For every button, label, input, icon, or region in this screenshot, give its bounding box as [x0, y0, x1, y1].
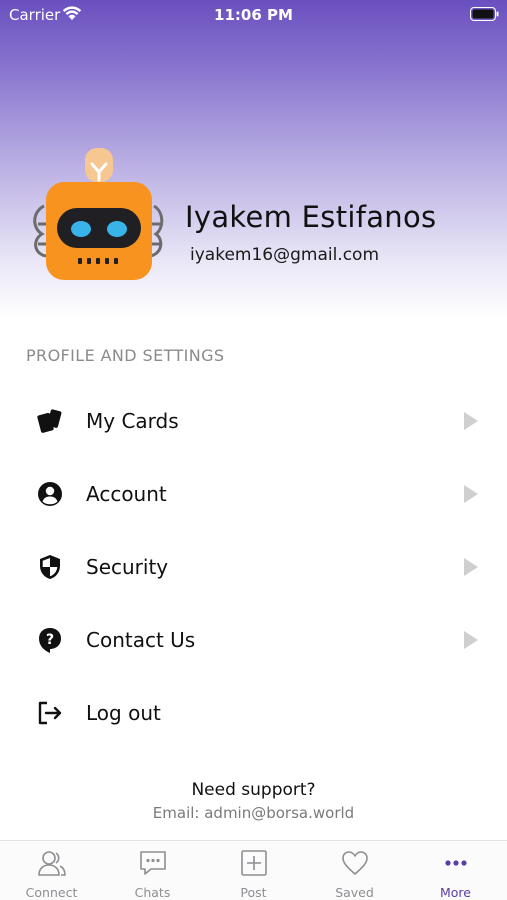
tab-more[interactable]: More — [405, 841, 506, 900]
chevron-right-icon — [464, 485, 478, 503]
tab-connect[interactable]: Connect — [1, 841, 102, 900]
battery-icon — [470, 7, 499, 21]
tab-label: Chats — [134, 885, 171, 900]
post-icon — [241, 850, 267, 876]
menu-item-label: Log out — [86, 701, 161, 725]
cards-icon — [37, 409, 62, 433]
status-time: 11:06 PM — [214, 6, 293, 24]
tab-bar: Connect Chats Post Saved More — [0, 840, 507, 900]
support-title: Need support? — [191, 780, 316, 800]
support-section: Need support? Email: admin@borsa.world — [0, 780, 507, 822]
menu-item-label: Contact Us — [86, 628, 196, 652]
tab-label: Saved — [335, 885, 374, 900]
menu-item-security[interactable]: Security — [0, 531, 507, 601]
tab-label: Connect — [25, 885, 78, 900]
support-email[interactable]: Email: admin@borsa.world — [0, 804, 507, 822]
menu-item-label: My Cards — [86, 409, 179, 433]
tab-saved[interactable]: Saved — [304, 841, 405, 900]
tab-label: More — [440, 885, 471, 900]
chevron-right-icon — [464, 558, 478, 576]
heart-icon — [342, 851, 368, 875]
menu-item-log-out[interactable]: Log out — [0, 677, 507, 747]
shield-icon — [40, 555, 60, 579]
tab-label: Post — [240, 885, 267, 900]
chat-icon — [140, 851, 166, 875]
tab-chats[interactable]: Chats — [102, 841, 203, 900]
account-icon — [38, 482, 62, 506]
more-screen: Carrier 11:06 PM Iyakem Estifanos iyakem… — [0, 0, 507, 900]
menu-item-my-cards[interactable]: My Cards — [0, 385, 507, 455]
user-email: iyakem16@gmail.com — [190, 245, 380, 265]
svg-text:?: ? — [46, 632, 54, 648]
status-bar: Carrier 11:06 PM — [0, 0, 507, 28]
tab-post[interactable]: Post — [203, 841, 304, 900]
more-icon — [445, 860, 467, 866]
menu-item-contact-us[interactable]: ? Contact Us — [0, 604, 507, 674]
section-title: PROFILE AND SETTINGS — [26, 346, 225, 365]
menu-item-label: Security — [86, 555, 169, 579]
robot-avatar-icon[interactable] — [30, 146, 166, 286]
logout-icon — [38, 701, 62, 725]
menu-item-account[interactable]: Account — [0, 458, 507, 528]
connect-icon — [38, 851, 66, 876]
help-icon: ? — [39, 628, 61, 653]
user-name: Iyakem Estifanos — [185, 200, 437, 234]
chevron-right-icon — [464, 412, 478, 430]
menu-item-label: Account — [86, 482, 167, 506]
chevron-right-icon — [464, 631, 478, 649]
